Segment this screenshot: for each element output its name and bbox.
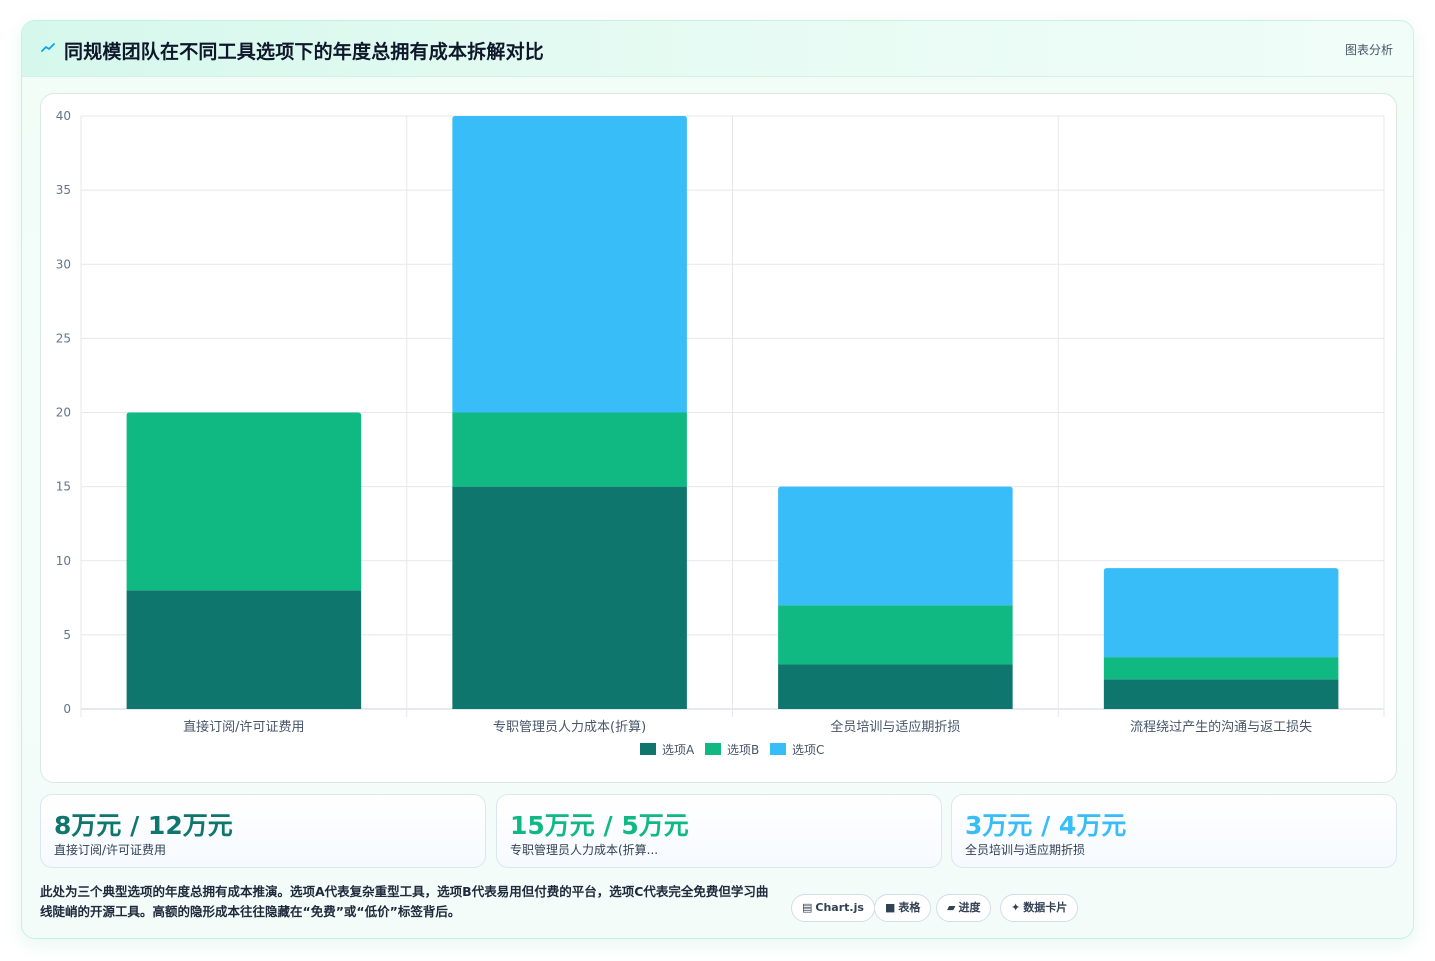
chip-label: 表格 xyxy=(898,901,921,914)
legend-label: 选项C xyxy=(792,743,824,757)
stat-label: 专职管理员人力成本(折算... xyxy=(510,843,659,857)
bar-segment xyxy=(778,605,1013,665)
stat-label: 直接订阅/许可证费用 xyxy=(54,843,167,857)
bar-segment xyxy=(1103,679,1339,709)
progress-icon: ▰ xyxy=(947,901,956,914)
bar-segment xyxy=(1103,568,1339,658)
stat-label: 全员培训与适应期折损 xyxy=(965,843,1086,857)
legend-swatch xyxy=(705,743,721,755)
trend-icon xyxy=(41,43,55,52)
y-tick-label: 25 xyxy=(56,331,71,345)
chip-progress[interactable]: ▰ 进度 xyxy=(936,894,992,922)
bar-segment xyxy=(452,116,687,413)
y-tick-label: 35 xyxy=(56,183,71,197)
stat-card-3: 3万元 / 4万元 全员培训与适应期折损 xyxy=(951,794,1397,868)
bar-segment xyxy=(1103,657,1339,680)
sparkle-icon: ✦ xyxy=(1011,901,1021,914)
chip-label: 数据卡片 xyxy=(1023,901,1068,914)
y-tick-label: 10 xyxy=(56,554,71,568)
bar-segment xyxy=(126,590,362,709)
legend-label: 选项A xyxy=(662,743,695,757)
stat-value: 15万元 / 5万元 xyxy=(510,811,689,840)
stat-value: 3万元 / 4万元 xyxy=(965,811,1127,840)
chip-label: Chart.js xyxy=(815,901,864,914)
stat-card-1: 8万元 / 12万元 直接订阅/许可证费用 xyxy=(40,794,486,868)
chart-panel: 0 5 10 15 20 25 30 35 40 直接订阅/许可证费用 专职管理员人力成本(折算) 全… xyxy=(40,93,1397,783)
chart-icon: ▤ xyxy=(802,901,813,914)
stat-value: 8万元 / 12万元 xyxy=(54,811,233,840)
chip-label: 进度 xyxy=(958,901,981,914)
legend-swatch xyxy=(770,743,786,755)
bar-segment xyxy=(452,486,687,709)
bar-segment xyxy=(126,412,362,591)
x-tick-label: 流程绕过产生的沟通与返工损失 xyxy=(1130,719,1312,735)
chip-data-card[interactable]: ✦ 数据卡片 xyxy=(1000,894,1079,922)
bar-segment xyxy=(778,486,1013,606)
chip-chartjs[interactable]: ▤ Chart.js xyxy=(791,894,875,922)
legend-swatch xyxy=(640,743,656,755)
y-tick-label: 5 xyxy=(63,628,71,642)
legend-label: 选项B xyxy=(727,743,759,757)
y-tick-label: 40 xyxy=(56,109,71,123)
y-tick-label: 0 xyxy=(63,702,71,716)
table-icon: ■ xyxy=(885,901,896,914)
chip-table[interactable]: ■ 表格 xyxy=(874,894,932,922)
y-tick-label: 30 xyxy=(56,257,71,271)
y-tick-label: 15 xyxy=(56,480,71,494)
page-title: 同规模团队在不同工具选项下的年度总拥有成本拆解对比 xyxy=(64,41,545,63)
card-header: 同规模团队在不同工具选项下的年度总拥有成本拆解对比 图表分析 xyxy=(22,21,1413,77)
stacked-bar-chart: 0 5 10 15 20 25 30 35 40 直接订阅/许可证费用 专职管理员人力成本(折算) 全… xyxy=(56,109,1385,757)
footer-note: 此处为三个典型选项的年度总拥有成本推演。选项A代表复杂重型工具，选项B代表易用但… xyxy=(40,884,769,919)
stat-card-2: 15万元 / 5万元 专职管理员人力成本(折算... xyxy=(496,794,942,868)
y-tick-label: 20 xyxy=(56,406,71,420)
chart-card: 同规模团队在不同工具选项下的年度总拥有成本拆解对比 图表分析 0 5 10 15 20 2… xyxy=(21,20,1414,939)
x-tick-label: 直接订阅/许可证费用 xyxy=(183,719,304,735)
bar-segment xyxy=(452,412,687,487)
bar-segment xyxy=(778,664,1013,709)
x-tick-label: 全员培训与适应期折损 xyxy=(830,719,960,735)
header-tag: 图表分析 xyxy=(1344,43,1393,57)
x-tick-label: 专职管理员人力成本(折算) xyxy=(493,720,646,735)
